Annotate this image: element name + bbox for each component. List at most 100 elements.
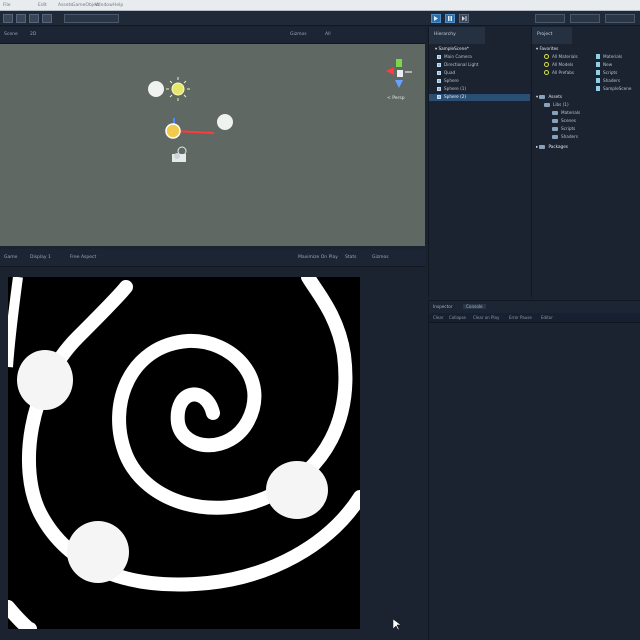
game-view [0,267,425,640]
packages-header[interactable]: ▸ Packages [536,144,568,151]
asset-folder[interactable]: Scripts [552,126,575,133]
account-dropdown[interactable] [535,14,565,23]
project-file[interactable]: Scripts [596,70,617,77]
aspect-dropdown[interactable]: Free Aspect [70,255,96,260]
pause-button[interactable] [445,14,455,23]
camera-icon [172,146,187,162]
sphere-object [217,114,233,130]
menu-item-assets[interactable]: Assets [58,3,73,8]
scene-root-label: SampleScene* [438,46,469,51]
file-icon [596,54,600,59]
search-icon [544,70,549,75]
rotate-tool-button[interactable] [29,14,39,23]
hierarchy-item-label: Sphere [444,78,459,83]
tab-console[interactable]: Console [463,304,486,309]
favorites-item-label: All Prefabs [552,70,575,75]
console-clear-on-play[interactable]: Clear on Play [473,315,499,320]
menu-item-file[interactable]: File [3,3,11,8]
file-icon [596,70,600,75]
project-file[interactable]: Materials [596,54,622,61]
asset-folder-label: Scripts [561,126,576,131]
favorites-item[interactable]: All Prefabs [544,70,574,77]
project-panel: Project ▾ Favorites All Materials All Mo… [531,27,640,297]
hierarchy-item-label: Sphere (1) [444,86,467,91]
pivot-toggle[interactable] [64,14,119,23]
scale-tool-button[interactable] [42,14,52,23]
menu-item-window[interactable]: Window [95,3,113,8]
hierarchy-tab[interactable]: Hierarchy [429,27,485,44]
main-toolbar [0,11,640,26]
game-tab-header: Game Display 1 Free Aspect Maximize On P… [0,249,425,267]
tab-inspector[interactable]: Inspector [433,304,453,309]
hierarchy-item-label: Main Camera [444,54,472,59]
play-button[interactable] [431,14,441,23]
asset-folder-label: Materials [561,110,581,115]
assets-label: Assets [548,94,563,99]
scene-root[interactable]: ▾ SampleScene* [435,46,469,53]
game-tab-title[interactable]: Game [4,255,17,260]
favorites-item-label: All Materials [552,54,578,59]
scene-2d-toggle[interactable]: 2D [30,32,36,37]
scene-tab-title[interactable]: Scene [4,32,18,37]
project-file[interactable]: SampleScene [596,86,631,93]
sphere-object [266,461,328,519]
asset-folder[interactable]: Scenes [552,118,576,125]
assets-header[interactable]: ▾ Assets [536,94,562,101]
favorites-header[interactable]: ▾ Favorites [536,46,558,53]
scene-gizmos-dropdown[interactable]: Gizmos [290,32,307,37]
project-file-label: New [603,62,613,67]
project-file[interactable]: Shaders [596,78,620,85]
hierarchy-item-sphere[interactable]: Sphere [437,78,459,85]
console-editor-dropdown[interactable]: Editor [541,315,553,320]
hierarchy-item-quad[interactable]: Quad [437,70,455,77]
asset-folder[interactable]: Shaders [552,134,578,141]
favorites-item[interactable]: All Materials [544,54,578,61]
asset-folder-label: Libs (1) [553,102,569,107]
scene-search-field[interactable]: All [325,32,331,37]
sun-icon [166,77,190,101]
game-gizmos-dropdown[interactable]: Gizmos [372,255,389,260]
display-dropdown[interactable]: Display 1 [30,255,51,260]
cursor-icon [393,619,401,631]
hierarchy-item-sphere-1[interactable]: Sphere (1) [437,86,466,93]
gameobject-icon [437,63,441,67]
folder-icon [552,111,558,115]
asset-folder[interactable]: Materials [552,110,580,117]
file-icon [596,86,600,91]
gameobject-icon [437,79,441,83]
hand-tool-button[interactable] [3,14,13,23]
sphere-object [148,81,164,97]
project-file[interactable]: New [596,62,612,69]
packages-label: Packages [548,144,568,149]
asset-folder-label: Shaders [561,134,579,139]
scene-view[interactable]: < Persp [0,44,425,246]
project-tab[interactable]: Project [532,27,572,44]
console-error-pause[interactable]: Error Pause [509,315,532,320]
console-collapse-button[interactable]: Collapse [449,315,466,320]
hierarchy-item-main-camera[interactable]: Main Camera [437,54,472,61]
asset-folder[interactable]: Libs (1) [544,102,569,109]
hierarchy-item-directional-light[interactable]: Directional Light [437,62,478,69]
sphere-object [17,350,73,410]
menu-item-edit[interactable]: Edit [38,3,47,8]
console-clear-button[interactable]: Clear [433,315,443,320]
hierarchy-item-sphere-2[interactable]: Sphere (2) [429,94,530,101]
layers-dropdown[interactable] [570,14,600,23]
step-button[interactable] [459,14,469,23]
game-render[interactable] [8,277,360,629]
move-tool-button[interactable] [16,14,26,23]
stats-toggle[interactable]: Stats [345,255,357,260]
favorites-item[interactable]: All Models [544,62,573,69]
menu-bar: File Edit Assets GameObject Window Help [0,0,640,11]
spiral-render [8,277,360,629]
layout-dropdown[interactable] [605,14,635,23]
file-icon [596,62,600,67]
gameobject-icon [437,87,441,91]
menu-item-help[interactable]: Help [113,3,123,8]
file-icon [596,78,600,83]
inspector-tab-bar: Inspector Console [429,301,640,313]
unity-editor-window: File Edit Assets GameObject Window Help … [0,0,640,640]
sphere-object [67,521,129,583]
maximize-on-play-toggle[interactable]: Maximize On Play [298,255,338,260]
gameobject-icon [437,55,441,59]
